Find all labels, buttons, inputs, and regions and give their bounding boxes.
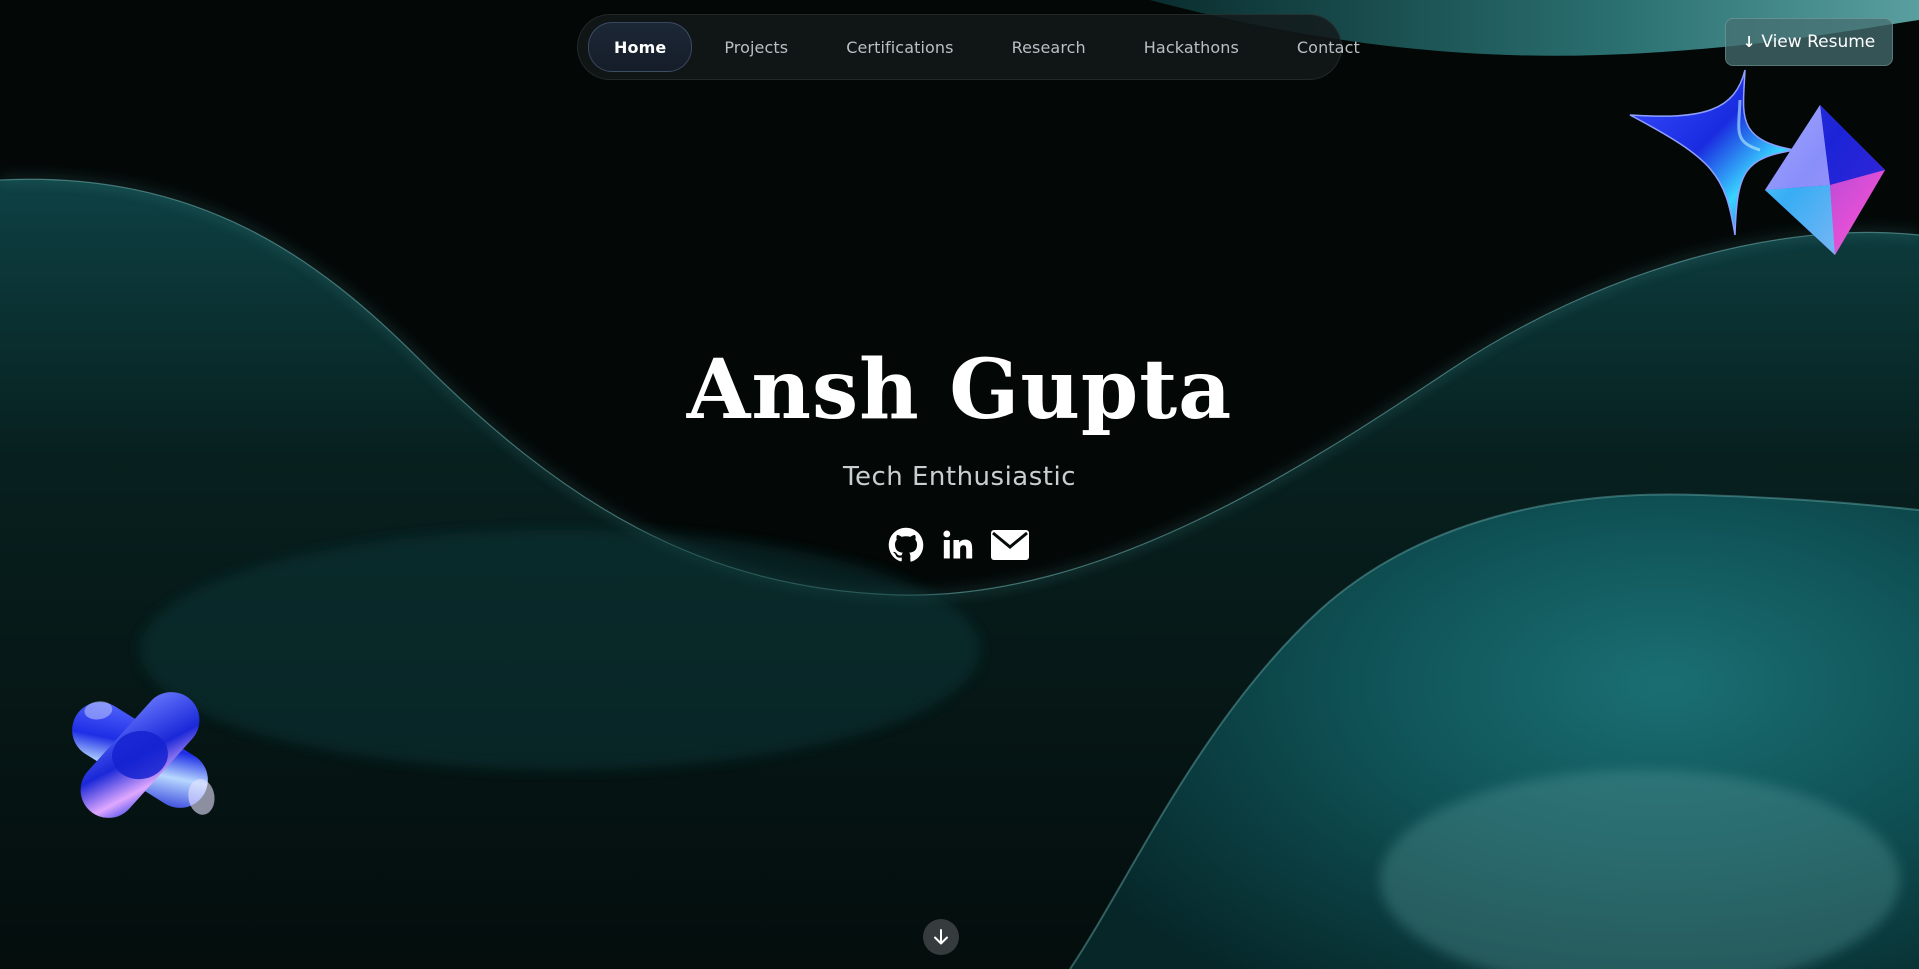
- github-link[interactable]: [887, 526, 925, 564]
- portfolio-page: Home Projects Certifications Research Ha…: [0, 0, 1919, 969]
- view-resume-label: View Resume: [1761, 32, 1876, 52]
- hero-name: Ansh Gupta: [686, 342, 1233, 438]
- view-resume-button[interactable]: ↓ View Resume: [1725, 18, 1893, 66]
- octahedron-crystal-icon: [1765, 105, 1885, 255]
- arrow-down-icon: [934, 929, 948, 945]
- linkedin-icon: [943, 530, 973, 559]
- hero-tagline: Tech Enthusiastic: [842, 462, 1077, 492]
- scroll-down-button[interactable]: [923, 919, 959, 955]
- x-shape-icon: [72, 692, 215, 818]
- nav-item-home[interactable]: Home: [588, 22, 693, 72]
- email-link[interactable]: [991, 526, 1029, 564]
- email-icon: [991, 530, 1029, 560]
- nav-item-certifications[interactable]: Certifications: [820, 23, 979, 71]
- nav-item-contact[interactable]: Contact: [1271, 23, 1386, 71]
- linkedin-link[interactable]: [939, 526, 977, 564]
- main-nav: Home Projects Certifications Research Ha…: [577, 14, 1360, 80]
- download-arrow-icon: ↓: [1742, 33, 1756, 51]
- nav-item-hackathons[interactable]: Hackathons: [1118, 23, 1265, 71]
- nav-item-research[interactable]: Research: [986, 23, 1112, 71]
- social-links: [887, 526, 1029, 564]
- github-icon: [888, 527, 924, 562]
- nav-item-projects[interactable]: Projects: [698, 23, 814, 71]
